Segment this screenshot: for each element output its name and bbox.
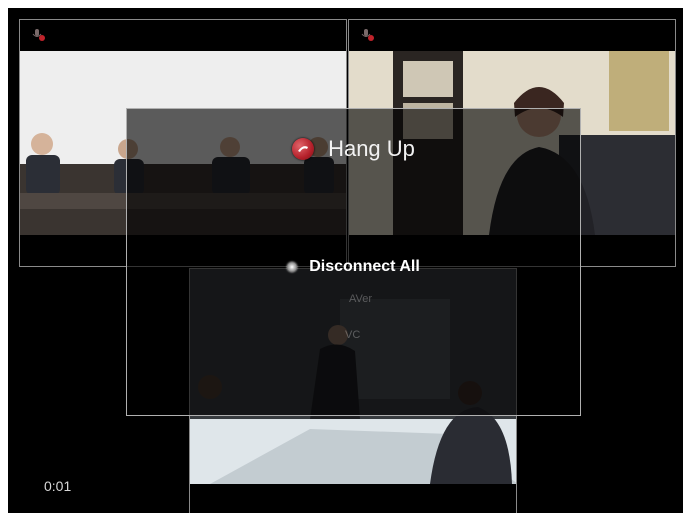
mic-muted-icon — [32, 28, 46, 42]
call-duration-timer: 0:01 — [44, 478, 72, 494]
disconnect-all-label: Disconnect All — [309, 258, 420, 275]
watermark-text: AVer — [349, 293, 373, 305]
selection-bullet-icon — [287, 262, 298, 272]
hang-up-icon — [292, 138, 315, 160]
hang-up-dialog: Hang Up Disconnect All AVer VC — [126, 108, 581, 416]
dialog-title: Hang Up — [328, 136, 415, 161]
video-conference-screen: Hang Up Disconnect All AVer VC 0:01 — [8, 8, 683, 513]
mic-muted-icon — [361, 28, 375, 42]
disconnect-all-option[interactable]: Disconnect All — [127, 255, 580, 279]
dialog-header: Hang Up — [127, 131, 580, 167]
watermark-text: VC — [345, 329, 361, 341]
